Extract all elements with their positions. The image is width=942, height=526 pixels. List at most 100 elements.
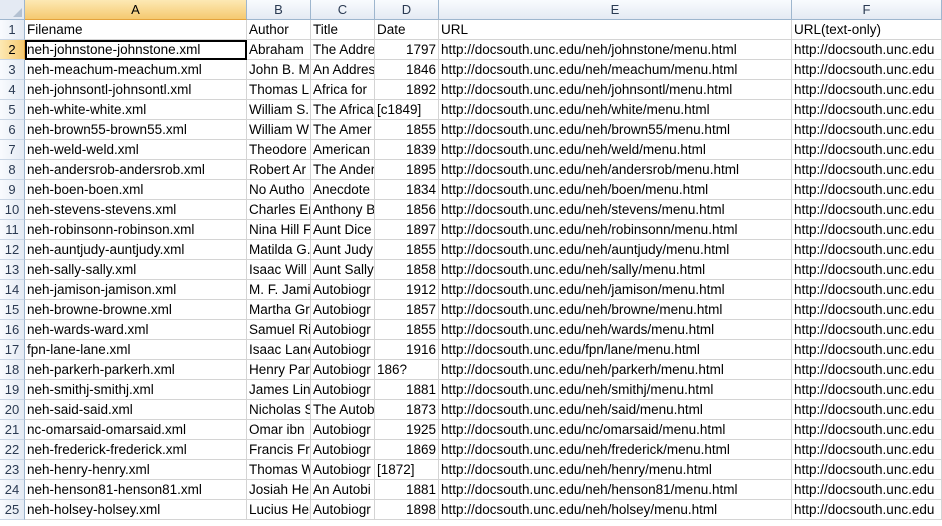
cell-url-text-only[interactable]: http://docsouth.unc.edu: [792, 440, 942, 460]
cell-author[interactable]: Abraham: [247, 40, 311, 60]
cell-filename[interactable]: neh-johnsontl-johnsontl.xml: [25, 80, 247, 100]
cell-url-text-only[interactable]: http://docsouth.unc.edu: [792, 480, 942, 500]
cell-author[interactable]: Josiah He: [247, 480, 311, 500]
cell-date[interactable]: [1872]: [375, 460, 439, 480]
cell-title[interactable]: Autobiogr: [311, 500, 375, 520]
cell-date[interactable]: 1858: [375, 260, 439, 280]
cell-filename[interactable]: neh-wards-ward.xml: [25, 320, 247, 340]
cell-url-text-only[interactable]: http://docsouth.unc.edu: [792, 80, 942, 100]
cell-filename[interactable]: neh-henson81-henson81.xml: [25, 480, 247, 500]
row-header[interactable]: 18: [0, 360, 25, 380]
cell-url-text-only[interactable]: http://docsouth.unc.edu: [792, 360, 942, 380]
cell-title[interactable]: The Addre: [311, 40, 375, 60]
column-header-d[interactable]: D: [375, 0, 439, 20]
row-header[interactable]: 20: [0, 400, 25, 420]
row-header[interactable]: 19: [0, 380, 25, 400]
cell-filename[interactable]: fpn-lane-lane.xml: [25, 340, 247, 360]
cell-title[interactable]: Autobiogr: [311, 300, 375, 320]
cell-date[interactable]: 1881: [375, 380, 439, 400]
cell-url[interactable]: http://docsouth.unc.edu/neh/browne/menu.…: [439, 300, 792, 320]
row-header[interactable]: 6: [0, 120, 25, 140]
cell-url[interactable]: http://docsouth.unc.edu/neh/henry/menu.h…: [439, 460, 792, 480]
select-all-button[interactable]: [0, 0, 25, 20]
cell-filename[interactable]: neh-sally-sally.xml: [25, 260, 247, 280]
cell-date[interactable]: 1855: [375, 120, 439, 140]
row-header[interactable]: 11: [0, 220, 25, 240]
cell-title[interactable]: Aunt Judy: [311, 240, 375, 260]
row-header[interactable]: 5: [0, 100, 25, 120]
cell-author[interactable]: Henry Par: [247, 360, 311, 380]
cell-url-text-only[interactable]: http://docsouth.unc.edu: [792, 280, 942, 300]
cell-url[interactable]: http://docsouth.unc.edu/neh/parkerh/menu…: [439, 360, 792, 380]
cell-date[interactable]: 1892: [375, 80, 439, 100]
row-header[interactable]: 15: [0, 300, 25, 320]
header-cell-url[interactable]: URL: [439, 20, 792, 40]
cell-title[interactable]: Africa for: [311, 80, 375, 100]
cell-date[interactable]: 1855: [375, 320, 439, 340]
cell-title[interactable]: Autobiogr: [311, 320, 375, 340]
cell-url[interactable]: http://docsouth.unc.edu/neh/holsey/menu.…: [439, 500, 792, 520]
cell-url-text-only[interactable]: http://docsouth.unc.edu: [792, 500, 942, 520]
cell-filename[interactable]: neh-henry-henry.xml: [25, 460, 247, 480]
cell-date[interactable]: 1869: [375, 440, 439, 460]
cell-url[interactable]: http://docsouth.unc.edu/neh/wards/menu.h…: [439, 320, 792, 340]
cell-date[interactable]: 1912: [375, 280, 439, 300]
cell-author[interactable]: James Linc: [247, 380, 311, 400]
row-header[interactable]: 1: [0, 20, 25, 40]
cell-filename[interactable]: neh-weld-weld.xml: [25, 140, 247, 160]
cell-url[interactable]: http://docsouth.unc.edu/neh/auntjudy/men…: [439, 240, 792, 260]
cell-filename[interactable]: neh-boen-boen.xml: [25, 180, 247, 200]
cell-title[interactable]: Autobiogr: [311, 440, 375, 460]
row-header[interactable]: 12: [0, 240, 25, 260]
cell-url-text-only[interactable]: http://docsouth.unc.edu: [792, 420, 942, 440]
column-header-e[interactable]: E: [439, 0, 792, 20]
cell-author[interactable]: Theodore: [247, 140, 311, 160]
column-header-f[interactable]: F: [792, 0, 942, 20]
cell-date[interactable]: 186?: [375, 360, 439, 380]
cell-date[interactable]: 1834: [375, 180, 439, 200]
cell-url-text-only[interactable]: http://docsouth.unc.edu: [792, 320, 942, 340]
cell-author[interactable]: No Autho: [247, 180, 311, 200]
row-header[interactable]: 2: [0, 40, 25, 60]
cell-url-text-only[interactable]: http://docsouth.unc.edu: [792, 200, 942, 220]
cell-url[interactable]: http://docsouth.unc.edu/fpn/lane/menu.ht…: [439, 340, 792, 360]
cell-author[interactable]: Omar ibn: [247, 420, 311, 440]
row-header[interactable]: 14: [0, 280, 25, 300]
cell-url[interactable]: http://docsouth.unc.edu/neh/frederick/me…: [439, 440, 792, 460]
cell-title[interactable]: American: [311, 140, 375, 160]
cell-author[interactable]: Francis Fr: [247, 440, 311, 460]
cell-url[interactable]: http://docsouth.unc.edu/neh/white/menu.h…: [439, 100, 792, 120]
cell-title[interactable]: The Autob: [311, 400, 375, 420]
cell-url-text-only[interactable]: http://docsouth.unc.edu: [792, 120, 942, 140]
cell-url[interactable]: http://docsouth.unc.edu/neh/sally/menu.h…: [439, 260, 792, 280]
cell-url[interactable]: http://docsouth.unc.edu/neh/stevens/menu…: [439, 200, 792, 220]
row-header[interactable]: 17: [0, 340, 25, 360]
row-header[interactable]: 13: [0, 260, 25, 280]
cell-filename[interactable]: neh-frederick-frederick.xml: [25, 440, 247, 460]
cell-title[interactable]: The Africa: [311, 100, 375, 120]
cell-filename[interactable]: neh-johnstone-johnstone.xml: [25, 40, 247, 60]
cell-url-text-only[interactable]: http://docsouth.unc.edu: [792, 460, 942, 480]
cell-filename[interactable]: neh-parkerh-parkerh.xml: [25, 360, 247, 380]
cell-date[interactable]: 1895: [375, 160, 439, 180]
cell-date[interactable]: 1846: [375, 60, 439, 80]
cell-author[interactable]: Martha Gr: [247, 300, 311, 320]
cell-date[interactable]: 1897: [375, 220, 439, 240]
cell-date[interactable]: 1916: [375, 340, 439, 360]
cell-url[interactable]: http://docsouth.unc.edu/neh/weld/menu.ht…: [439, 140, 792, 160]
cell-url-text-only[interactable]: http://docsouth.unc.edu: [792, 100, 942, 120]
header-cell-title[interactable]: Title: [311, 20, 375, 40]
cell-author[interactable]: Thomas L.: [247, 80, 311, 100]
cell-url[interactable]: http://docsouth.unc.edu/neh/andersrob/me…: [439, 160, 792, 180]
cell-url-text-only[interactable]: http://docsouth.unc.edu: [792, 160, 942, 180]
cell-author[interactable]: Charles Er: [247, 200, 311, 220]
cell-url[interactable]: http://docsouth.unc.edu/neh/johnstone/me…: [439, 40, 792, 60]
cell-author[interactable]: William W: [247, 120, 311, 140]
cell-date[interactable]: 1797: [375, 40, 439, 60]
cell-title[interactable]: An Addres: [311, 60, 375, 80]
cell-url-text-only[interactable]: http://docsouth.unc.edu: [792, 380, 942, 400]
cell-url-text-only[interactable]: http://docsouth.unc.edu: [792, 300, 942, 320]
cell-author[interactable]: Samuel Ri: [247, 320, 311, 340]
cell-filename[interactable]: neh-holsey-holsey.xml: [25, 500, 247, 520]
cell-url-text-only[interactable]: http://docsouth.unc.edu: [792, 140, 942, 160]
